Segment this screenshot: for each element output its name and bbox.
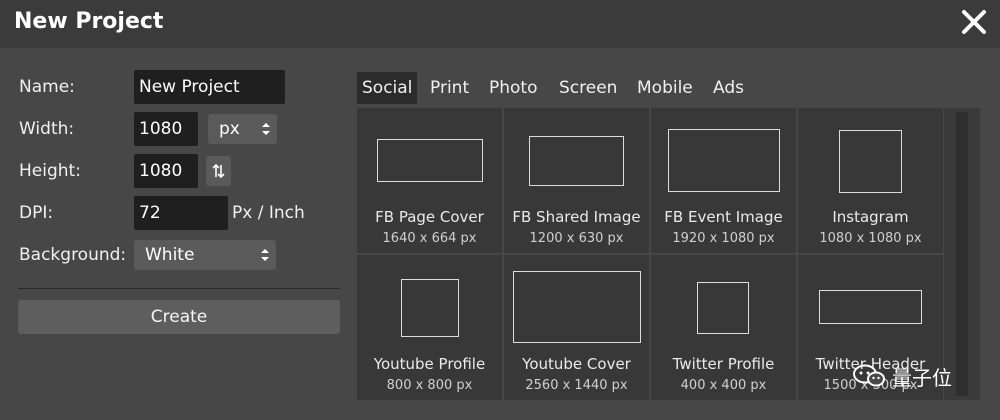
select-arrows-icon [261,249,269,261]
form-separator [18,288,340,289]
swap-dimensions-icon [212,163,225,179]
template-fb-event-image[interactable]: FB Event Image 1920 x 1080 px [651,108,796,253]
swap-dimensions-button[interactable] [206,156,231,186]
title-bar: New Project [0,0,1000,48]
select-arrows-icon [262,123,270,135]
dpi-input[interactable]: 72 [134,196,228,230]
background-select[interactable]: White [134,240,276,270]
template-youtube-profile[interactable]: Youtube Profile 800 x 800 px [357,255,502,400]
dpi-label: DPI: [19,203,54,223]
close-button[interactable] [958,6,990,38]
template-size: 2560 x 1440 px [525,378,628,393]
tab-ads[interactable]: Ads [708,72,749,104]
height-label: Height: [19,161,81,181]
background-select-value: White [145,245,195,265]
template-scrollbar[interactable] [944,108,980,400]
template-fb-page-cover[interactable]: FB Page Cover 1640 x 664 px [357,108,502,253]
template-size: 1920 x 1080 px [672,231,775,246]
unit-select-value: px [219,119,240,139]
template-preview [668,129,780,192]
template-size: 1640 x 664 px [382,231,477,246]
template-size: 1200 x 630 px [529,231,624,246]
wechat-icon [853,364,885,387]
unit-select[interactable]: px [208,114,277,144]
template-name: FB Event Image [664,208,783,226]
new-project-dialog: New Project Name: New Project Width: 108… [0,0,1000,420]
template-preview [529,136,624,186]
template-name: Youtube Cover [522,355,631,373]
template-name: FB Shared Image [512,208,641,226]
dialog-title: New Project [14,9,164,34]
template-name: Twitter Profile [672,355,775,373]
template-preview [839,130,902,193]
template-twitter-profile[interactable]: Twitter Profile 400 x 400 px [651,255,796,400]
tab-mobile[interactable]: Mobile [632,72,698,104]
width-input[interactable]: 1080 [134,112,198,146]
close-icon [962,10,986,34]
name-label: Name: [19,77,75,97]
background-label: Background: [19,245,127,265]
template-name: Youtube Profile [373,355,486,373]
width-label: Width: [19,119,75,139]
template-preview [377,139,483,182]
tab-photo[interactable]: Photo [484,72,543,104]
name-input[interactable]: New Project [134,70,285,104]
template-preview [513,271,641,343]
template-fb-shared-image[interactable]: FB Shared Image 1200 x 630 px [504,108,649,253]
template-preview [819,290,922,324]
template-preview [401,279,459,337]
template-name: Instagram [832,208,909,226]
tab-social[interactable]: Social [357,72,418,104]
template-size: 400 x 400 px [680,378,767,393]
template-youtube-cover[interactable]: Youtube Cover 2560 x 1440 px [504,255,649,400]
height-input[interactable]: 1080 [134,154,198,188]
template-preview [697,282,749,334]
tab-print[interactable]: Print [425,72,474,104]
template-instagram[interactable]: Instagram 1080 x 1080 px [798,108,943,253]
template-grid: FB Page Cover 1640 x 664 px FB Shared Im… [357,108,943,400]
template-size: 1080 x 1080 px [819,231,922,246]
template-name: FB Page Cover [375,208,484,226]
dpi-unit-label: Px / Inch [232,203,305,223]
tab-screen[interactable]: Screen [554,72,622,104]
template-size: 800 x 800 px [386,378,473,393]
watermark-text: 量子位 [892,366,952,390]
scrollbar-thumb[interactable] [956,112,968,396]
create-button[interactable]: Create [18,300,340,334]
